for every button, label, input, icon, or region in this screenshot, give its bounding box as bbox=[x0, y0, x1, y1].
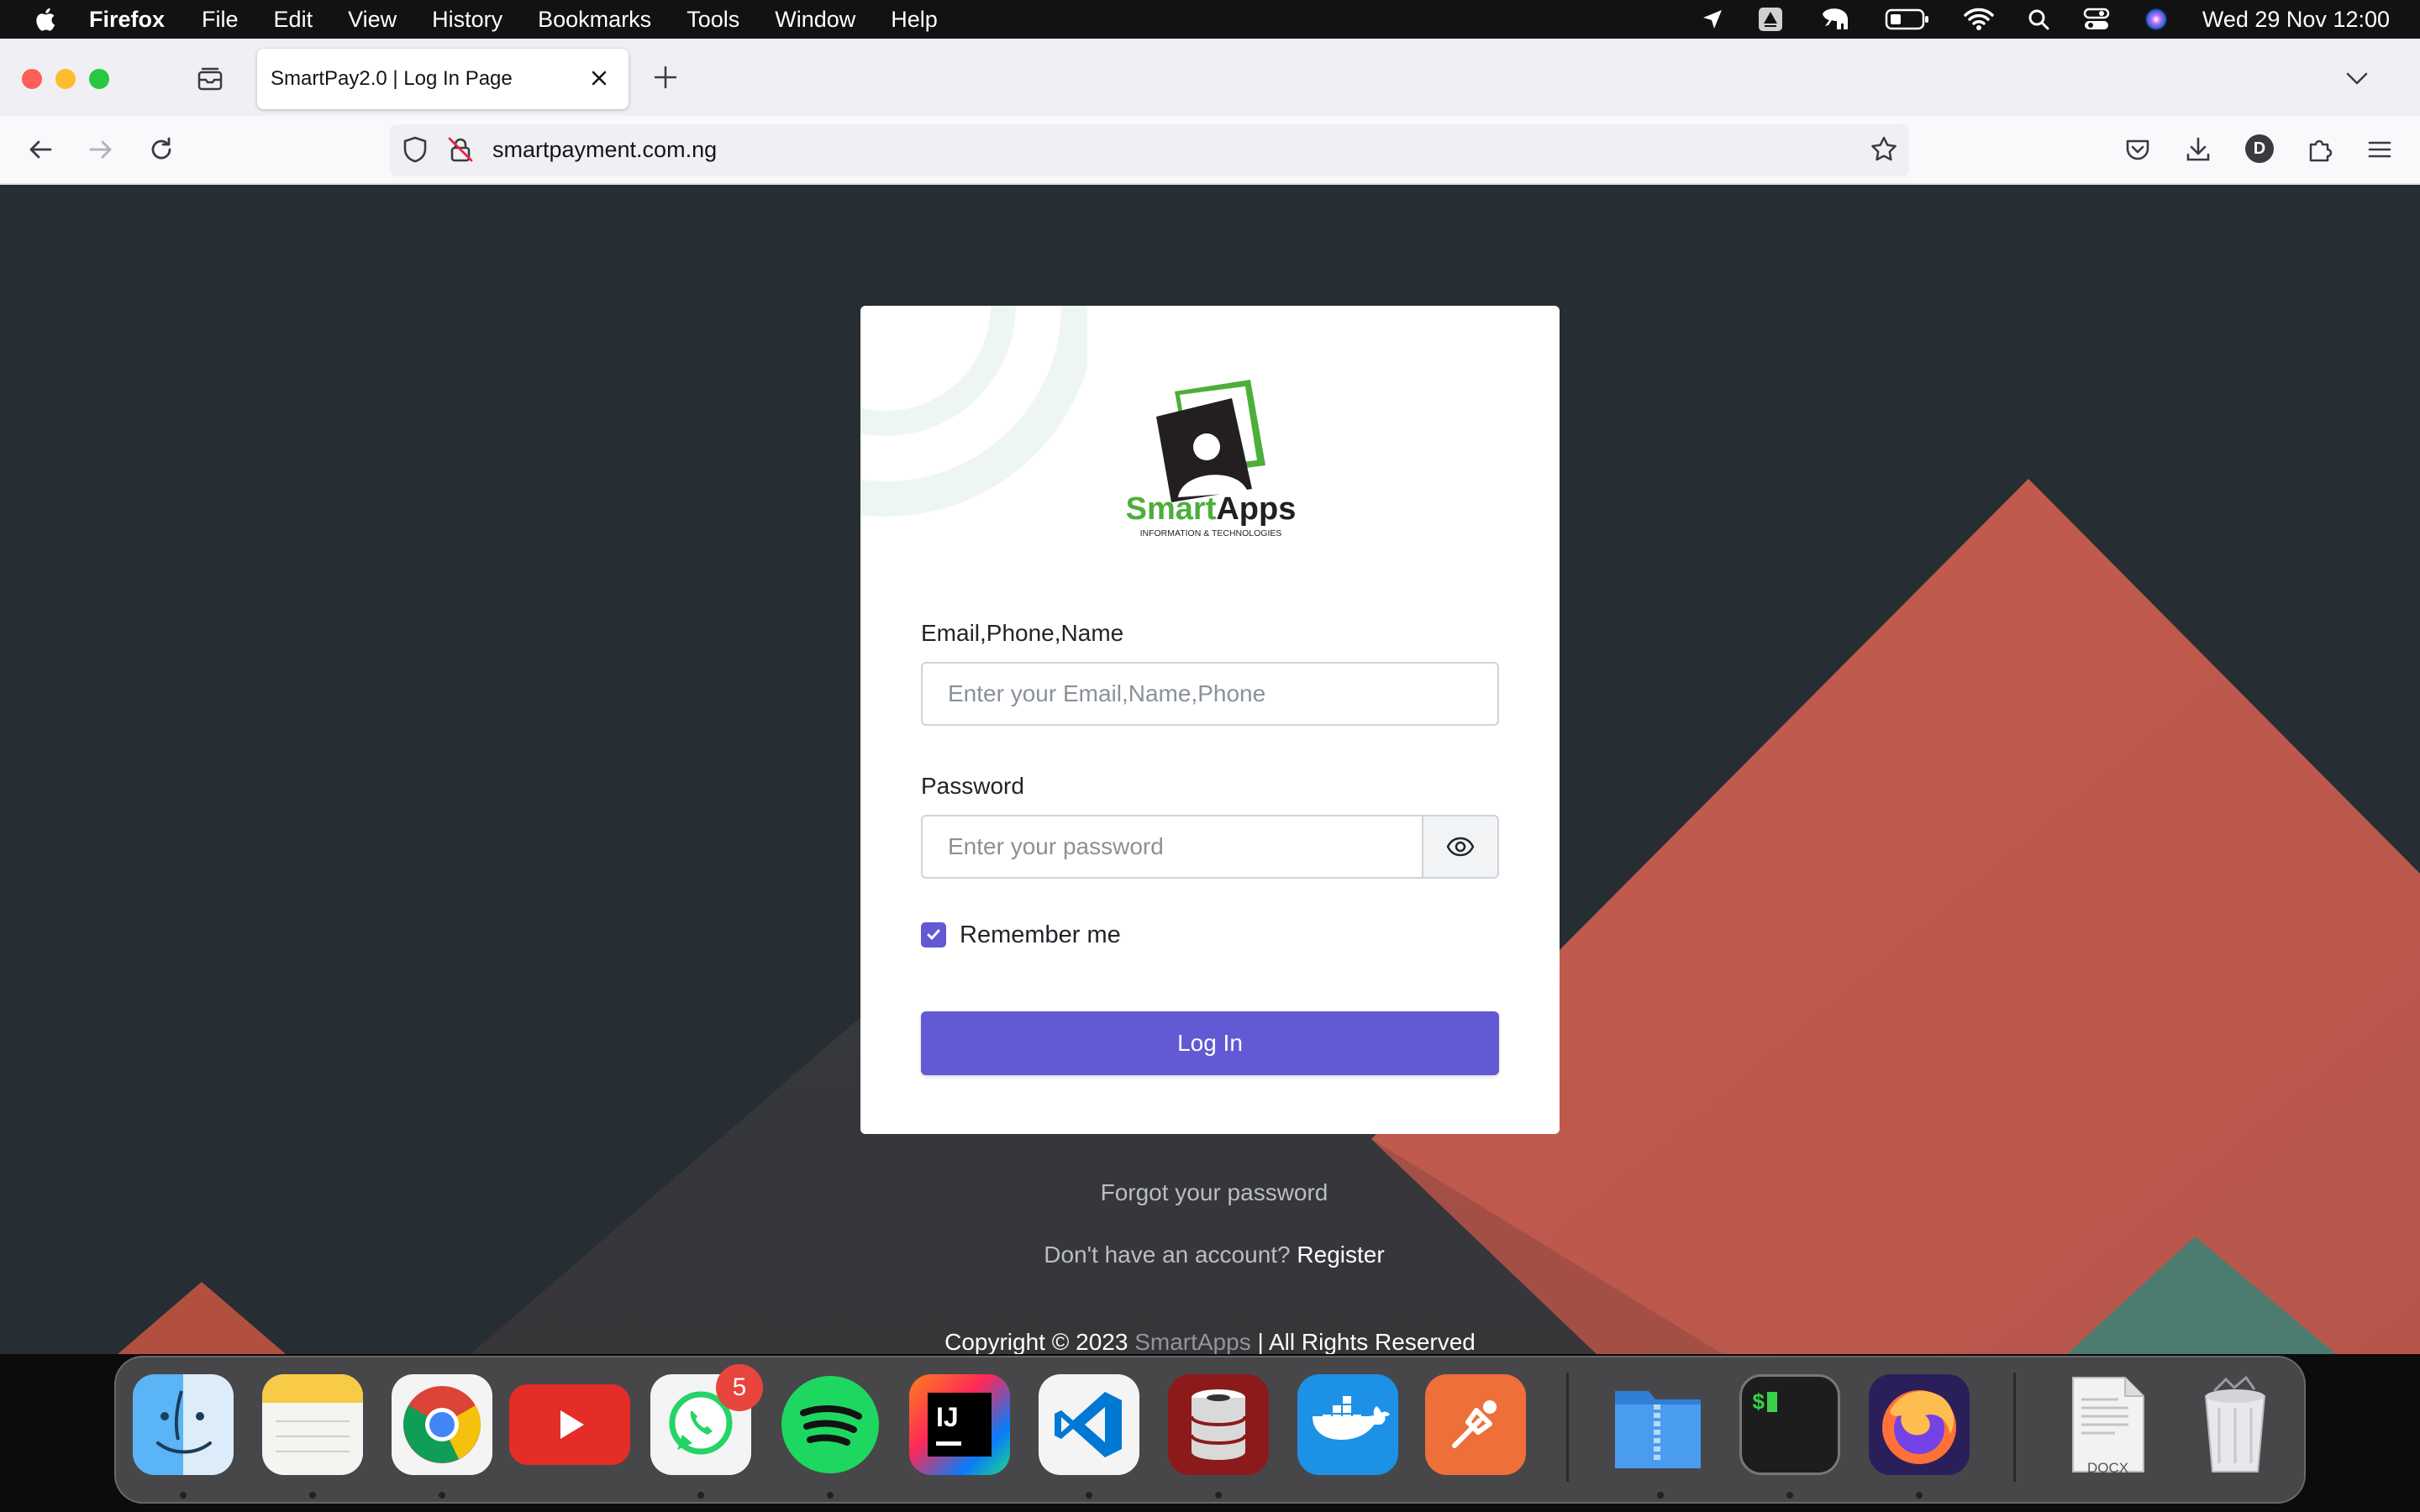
firefox-running-indicator bbox=[1916, 1492, 1923, 1499]
window-minimize-button[interactable] bbox=[55, 69, 76, 89]
insecure-lock-icon[interactable] bbox=[445, 134, 476, 165]
tracking-protection-shield-icon[interactable] bbox=[400, 134, 430, 165]
menu-bar-clock[interactable]: Wed 29 Nov 12:00 bbox=[2202, 7, 2390, 33]
extensions-puzzle-icon[interactable] bbox=[2304, 134, 2334, 165]
docker-app-icon[interactable] bbox=[1297, 1374, 1398, 1475]
tab-title: SmartPay2.0 | Log In Page bbox=[271, 67, 513, 90]
menu-bookmarks[interactable]: Bookmarks bbox=[538, 7, 651, 33]
password-input[interactable] bbox=[921, 815, 1423, 879]
forgot-password-link[interactable]: Forgot your password bbox=[0, 1179, 2420, 1206]
window-zoom-button[interactable] bbox=[89, 69, 109, 89]
list-all-tabs-chevron-icon[interactable] bbox=[2344, 66, 2370, 91]
database-running-indicator bbox=[1215, 1492, 1222, 1499]
no-account-text: Don't have an account? bbox=[1044, 1242, 1291, 1268]
card-corner-arcs-decoration bbox=[860, 306, 1087, 517]
firefox-view-icon[interactable] bbox=[195, 64, 225, 94]
archive-utility-running-indicator bbox=[1657, 1492, 1664, 1499]
finder-app-icon[interactable] bbox=[133, 1374, 234, 1475]
youtube-app-icon[interactable] bbox=[509, 1384, 630, 1465]
location-arrow-icon[interactable] bbox=[1702, 8, 1723, 30]
menu-view[interactable]: View bbox=[348, 7, 397, 33]
vscode-app-icon[interactable] bbox=[1039, 1374, 1139, 1475]
web-page-content: SmartApps INFORMATION & TECHNOLOGIES Ema… bbox=[0, 185, 2420, 1354]
menu-app-firefox[interactable]: Firefox bbox=[89, 7, 165, 33]
address-bar[interactable]: smartpayment.com.ng bbox=[390, 124, 1909, 176]
forward-arrow-icon[interactable] bbox=[86, 134, 116, 165]
whatsapp-notification-badge: 5 bbox=[716, 1364, 763, 1411]
register-prompt: Don't have an account? Register bbox=[0, 1242, 2420, 1268]
menu-help[interactable]: Help bbox=[891, 7, 938, 33]
downloads-icon[interactable] bbox=[2183, 134, 2213, 165]
svg-text:$: $ bbox=[1752, 1390, 1765, 1415]
tab-smartpay-login[interactable]: SmartPay2.0 | Log In Page bbox=[257, 49, 629, 109]
trash-icon[interactable] bbox=[2185, 1374, 2286, 1475]
intellij-idea-app-icon[interactable]: IJ bbox=[909, 1374, 1010, 1475]
back-arrow-icon[interactable] bbox=[25, 134, 55, 165]
account-avatar[interactable]: D bbox=[2245, 134, 2274, 163]
google-drive-icon[interactable] bbox=[1757, 6, 1784, 33]
postman-app-icon[interactable] bbox=[1425, 1374, 1526, 1475]
docx-file-label: DOCX bbox=[2087, 1460, 2129, 1476]
bookmark-star-icon[interactable] bbox=[1869, 134, 1899, 165]
dock-separator bbox=[1566, 1373, 1569, 1482]
copyright-prefix: Copyright © 2023 bbox=[944, 1329, 1128, 1354]
remember-me-label[interactable]: Remember me bbox=[960, 921, 1121, 949]
copyright-suffix: | All Rights Reserved bbox=[1257, 1329, 1476, 1354]
database-app-icon[interactable] bbox=[1168, 1374, 1269, 1475]
menu-window[interactable]: Window bbox=[775, 7, 855, 33]
reload-icon[interactable] bbox=[146, 134, 176, 165]
menu-edit[interactable]: Edit bbox=[274, 7, 313, 33]
tab-close-icon[interactable] bbox=[588, 67, 610, 89]
pocket-icon[interactable] bbox=[2123, 134, 2153, 165]
copyright-brand-link[interactable]: SmartApps bbox=[1134, 1329, 1251, 1354]
menu-tools[interactable]: Tools bbox=[687, 7, 739, 33]
address-bar-url[interactable]: smartpayment.com.ng bbox=[492, 137, 717, 163]
log-in-button[interactable]: Log In bbox=[921, 1011, 1499, 1075]
checkmark-icon bbox=[927, 929, 940, 940]
spotlight-search-icon[interactable] bbox=[2028, 8, 2049, 30]
password-field-label: Password bbox=[921, 773, 1024, 799]
svg-text:INFORMATION & TECHNOLOGIES: INFORMATION & TECHNOLOGIES bbox=[1140, 528, 1282, 538]
chrome-running-indicator bbox=[439, 1492, 445, 1499]
email-phone-name-input[interactable] bbox=[921, 662, 1499, 726]
spotify-running-indicator bbox=[827, 1492, 834, 1499]
whatsapp-running-indicator bbox=[697, 1492, 704, 1499]
battery-icon[interactable] bbox=[1885, 8, 1930, 30]
copyright-footer: Copyright © 2023 SmartApps | All Rights … bbox=[0, 1329, 2420, 1354]
menu-file[interactable]: File bbox=[202, 7, 239, 33]
vscode-running-indicator bbox=[1086, 1492, 1092, 1499]
menu-history[interactable]: History bbox=[432, 7, 502, 33]
terminal-running-indicator bbox=[1786, 1492, 1793, 1499]
smartapps-logo: SmartApps INFORMATION & TECHNOLOGIES bbox=[1126, 380, 1297, 538]
firefox-app-icon[interactable] bbox=[1869, 1374, 1970, 1475]
new-tab-icon[interactable] bbox=[652, 64, 679, 91]
notes-running-indicator bbox=[309, 1492, 316, 1499]
dock-separator-2 bbox=[2013, 1373, 2016, 1482]
notes-app-icon[interactable] bbox=[262, 1374, 363, 1475]
menu-bar-status-area: Wed 29 Nov 12:00 bbox=[1702, 0, 2420, 39]
elephant-app-icon[interactable] bbox=[1818, 6, 1851, 33]
chrome-app-icon[interactable] bbox=[392, 1374, 492, 1475]
window-close-button[interactable] bbox=[22, 69, 42, 89]
email-field-label: Email,Phone,Name bbox=[921, 620, 1124, 646]
hamburger-menu-icon[interactable] bbox=[2365, 134, 2395, 165]
terminal-app-icon[interactable]: $ bbox=[1739, 1374, 1840, 1475]
spotify-app-icon[interactable] bbox=[780, 1374, 881, 1475]
macos-menu-bar: Firefox File Edit View History Bookmarks… bbox=[0, 0, 2420, 39]
register-link[interactable]: Register bbox=[1297, 1242, 1384, 1268]
apple-menu-icon[interactable] bbox=[34, 7, 55, 32]
remember-me-checkbox[interactable] bbox=[921, 922, 946, 948]
siri-icon[interactable] bbox=[2144, 7, 2169, 32]
finder-running-indicator bbox=[180, 1492, 187, 1499]
wifi-icon[interactable] bbox=[1964, 8, 1994, 31]
svg-text:IJ: IJ bbox=[936, 1402, 959, 1432]
login-card: SmartApps INFORMATION & TECHNOLOGIES Ema… bbox=[860, 306, 1560, 1134]
control-center-icon[interactable] bbox=[2083, 7, 2110, 32]
toggle-password-visibility-button[interactable] bbox=[1422, 815, 1499, 879]
eye-icon bbox=[1446, 837, 1475, 857]
svg-text:SmartApps: SmartApps bbox=[1126, 491, 1297, 527]
archive-utility-app-icon[interactable] bbox=[1607, 1374, 1707, 1475]
